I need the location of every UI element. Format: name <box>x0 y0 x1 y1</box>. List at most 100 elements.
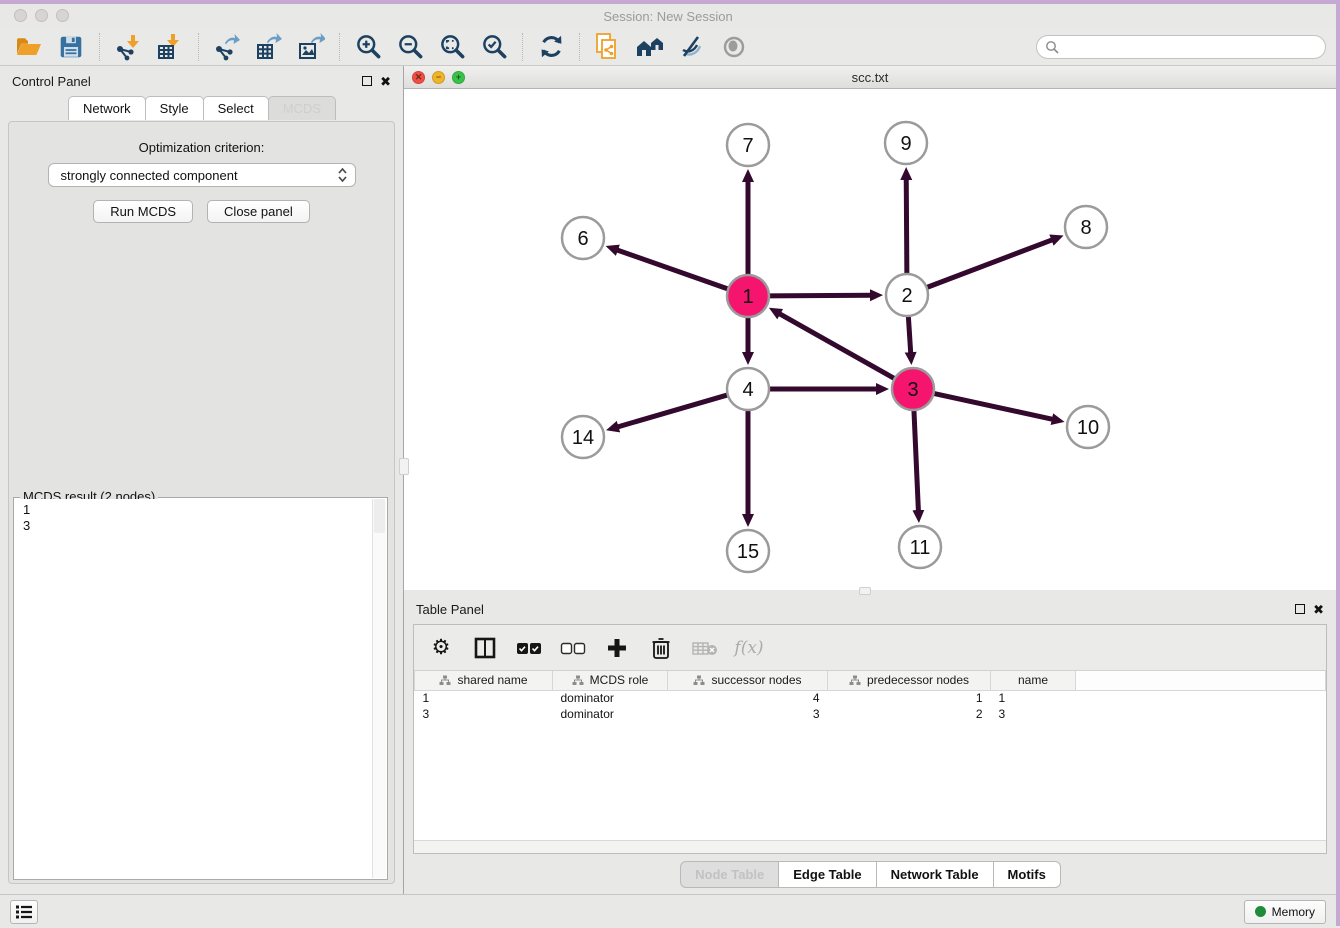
memory-button[interactable]: Memory <box>1244 900 1326 924</box>
export-table-button[interactable] <box>250 31 288 63</box>
close-table-panel-button[interactable]: ✖ <box>1313 603 1324 616</box>
edge-3-1[interactable] <box>778 313 895 379</box>
tab-select[interactable]: Select <box>203 96 269 120</box>
column-header-successor-nodes[interactable]: successor nodes <box>668 671 828 690</box>
tab-node-table[interactable]: Node Table <box>680 861 779 888</box>
cell-shared-name[interactable]: 3 <box>415 706 553 722</box>
column-header-MCDS-role[interactable]: MCDS role <box>553 671 668 690</box>
tab-network[interactable]: Network <box>68 96 146 120</box>
cell-name[interactable]: 3 <box>991 706 1076 722</box>
zoom-fit-icon <box>439 33 466 60</box>
node-14[interactable]: 14 <box>562 416 604 458</box>
run-mcds-button[interactable]: Run MCDS <box>93 200 193 223</box>
svg-text:3: 3 <box>907 379 918 401</box>
refresh-layout-icon <box>538 33 565 60</box>
show-all-networks-button[interactable] <box>631 31 669 63</box>
node-9[interactable]: 9 <box>885 122 927 164</box>
cell-MCDS-role[interactable]: dominator <box>553 706 668 722</box>
zoom-out-button[interactable] <box>391 31 429 63</box>
minimize-window-button[interactable] <box>35 9 48 22</box>
network-canvas[interactable]: 7 9 6 8 1 2 4 3 14 10 15 11 <box>404 89 1336 590</box>
network-graph[interactable]: 7 9 6 8 1 2 4 3 14 10 15 11 <box>404 89 1336 590</box>
search-input[interactable] <box>1064 40 1317 54</box>
maximize-window-button[interactable] <box>56 9 69 22</box>
tab-edge-table[interactable]: Edge Table <box>778 861 876 888</box>
node-10[interactable]: 10 <box>1067 406 1109 448</box>
table-horizontal-scrollbar[interactable] <box>414 840 1326 853</box>
import-table-button[interactable] <box>151 31 189 63</box>
export-image-button[interactable] <box>292 31 330 63</box>
save-session-button[interactable] <box>52 31 90 63</box>
deselect-all-button[interactable] <box>558 632 588 664</box>
node-15[interactable]: 15 <box>727 530 769 572</box>
cell-successor-nodes[interactable]: 3 <box>668 706 828 722</box>
zoom-in-button[interactable] <box>349 31 387 63</box>
float-panel-button[interactable] <box>362 76 372 86</box>
float-table-panel-button[interactable] <box>1295 604 1305 614</box>
cell-successor-nodes[interactable]: 4 <box>668 690 828 706</box>
apply-layout-button[interactable] <box>532 31 570 63</box>
edge-4-14[interactable] <box>617 395 729 428</box>
table-row[interactable]: 3dominator323 <box>415 706 1326 722</box>
edge-1-2[interactable] <box>768 295 872 296</box>
result-scrollbar[interactable] <box>372 499 386 878</box>
table-options-button[interactable]: ⚙ <box>426 632 456 664</box>
close-panel-button[interactable]: ✖ <box>380 75 391 88</box>
tab-mcds[interactable]: MCDS <box>268 96 336 120</box>
column-header-name[interactable]: name <box>991 671 1076 690</box>
network-title: scc.txt <box>404 70 1336 85</box>
edge-2-9[interactable] <box>906 178 907 275</box>
table-tabs: Node TableEdge TableNetwork TableMotifs <box>404 861 1336 888</box>
hide-graphics-details-button[interactable] <box>673 31 711 63</box>
close-mcds-panel-button[interactable]: Close panel <box>207 200 310 223</box>
add-column-button[interactable] <box>602 632 632 664</box>
duplicate-network-button[interactable] <box>589 31 627 63</box>
close-window-button[interactable] <box>14 9 27 22</box>
export-network-button[interactable] <box>208 31 246 63</box>
table-row[interactable]: 1dominator411 <box>415 690 1326 706</box>
delete-column-button[interactable] <box>646 632 676 664</box>
tab-motifs[interactable]: Motifs <box>993 861 1061 888</box>
zoom-selected-button[interactable] <box>475 31 513 63</box>
select-all-button[interactable] <box>514 632 544 664</box>
cell-predecessor-nodes[interactable]: 1 <box>828 690 991 706</box>
node-1[interactable]: 1 <box>727 275 769 317</box>
node-table[interactable]: shared nameMCDS rolesuccessor nodesprede… <box>414 671 1326 722</box>
edge-1-6[interactable] <box>616 250 729 290</box>
network-minimize-button[interactable]: − <box>432 71 445 84</box>
node-6[interactable]: 6 <box>562 217 604 259</box>
node-8[interactable]: 8 <box>1065 206 1107 248</box>
edge-3-11[interactable] <box>914 409 919 512</box>
column-header-shared-name[interactable]: shared name <box>415 671 553 690</box>
cell-shared-name[interactable]: 1 <box>415 690 553 706</box>
node-7[interactable]: 7 <box>727 124 769 166</box>
cell-MCDS-role[interactable]: dominator <box>553 690 668 706</box>
network-close-button[interactable]: ✕ <box>412 71 425 84</box>
optimization-criterion-select[interactable]: strongly connected component <box>48 163 356 187</box>
show-task-history-button[interactable] <box>10 900 38 924</box>
show-graphics-details-button[interactable] <box>715 31 753 63</box>
edge-2-3[interactable] <box>908 315 910 354</box>
cell-name[interactable]: 1 <box>991 690 1076 706</box>
toggle-panel-button[interactable] <box>470 632 500 664</box>
search-field[interactable] <box>1036 35 1326 59</box>
column-header-predecessor-nodes[interactable]: predecessor nodes <box>828 671 991 690</box>
tab-network-table[interactable]: Network Table <box>876 861 994 888</box>
open-session-button[interactable] <box>10 31 48 63</box>
zoom-fit-button[interactable] <box>433 31 471 63</box>
import-network-icon <box>114 33 142 61</box>
function-builder-button[interactable]: f(x) <box>734 632 764 664</box>
panel-splitter-grip[interactable] <box>399 458 409 475</box>
mcds-result-text[interactable]: 1 3 <box>15 499 372 878</box>
delete-table-button[interactable] <box>690 632 720 664</box>
node-4[interactable]: 4 <box>727 368 769 410</box>
network-zoom-button[interactable]: + <box>452 71 465 84</box>
tab-style[interactable]: Style <box>145 96 204 120</box>
edge-3-10[interactable] <box>933 393 1054 419</box>
node-11[interactable]: 11 <box>899 526 941 568</box>
node-3[interactable]: 3 <box>892 368 934 410</box>
edge-2-8[interactable] <box>926 239 1054 287</box>
node-2[interactable]: 2 <box>886 274 928 316</box>
cell-predecessor-nodes[interactable]: 2 <box>828 706 991 722</box>
import-network-button[interactable] <box>109 31 147 63</box>
